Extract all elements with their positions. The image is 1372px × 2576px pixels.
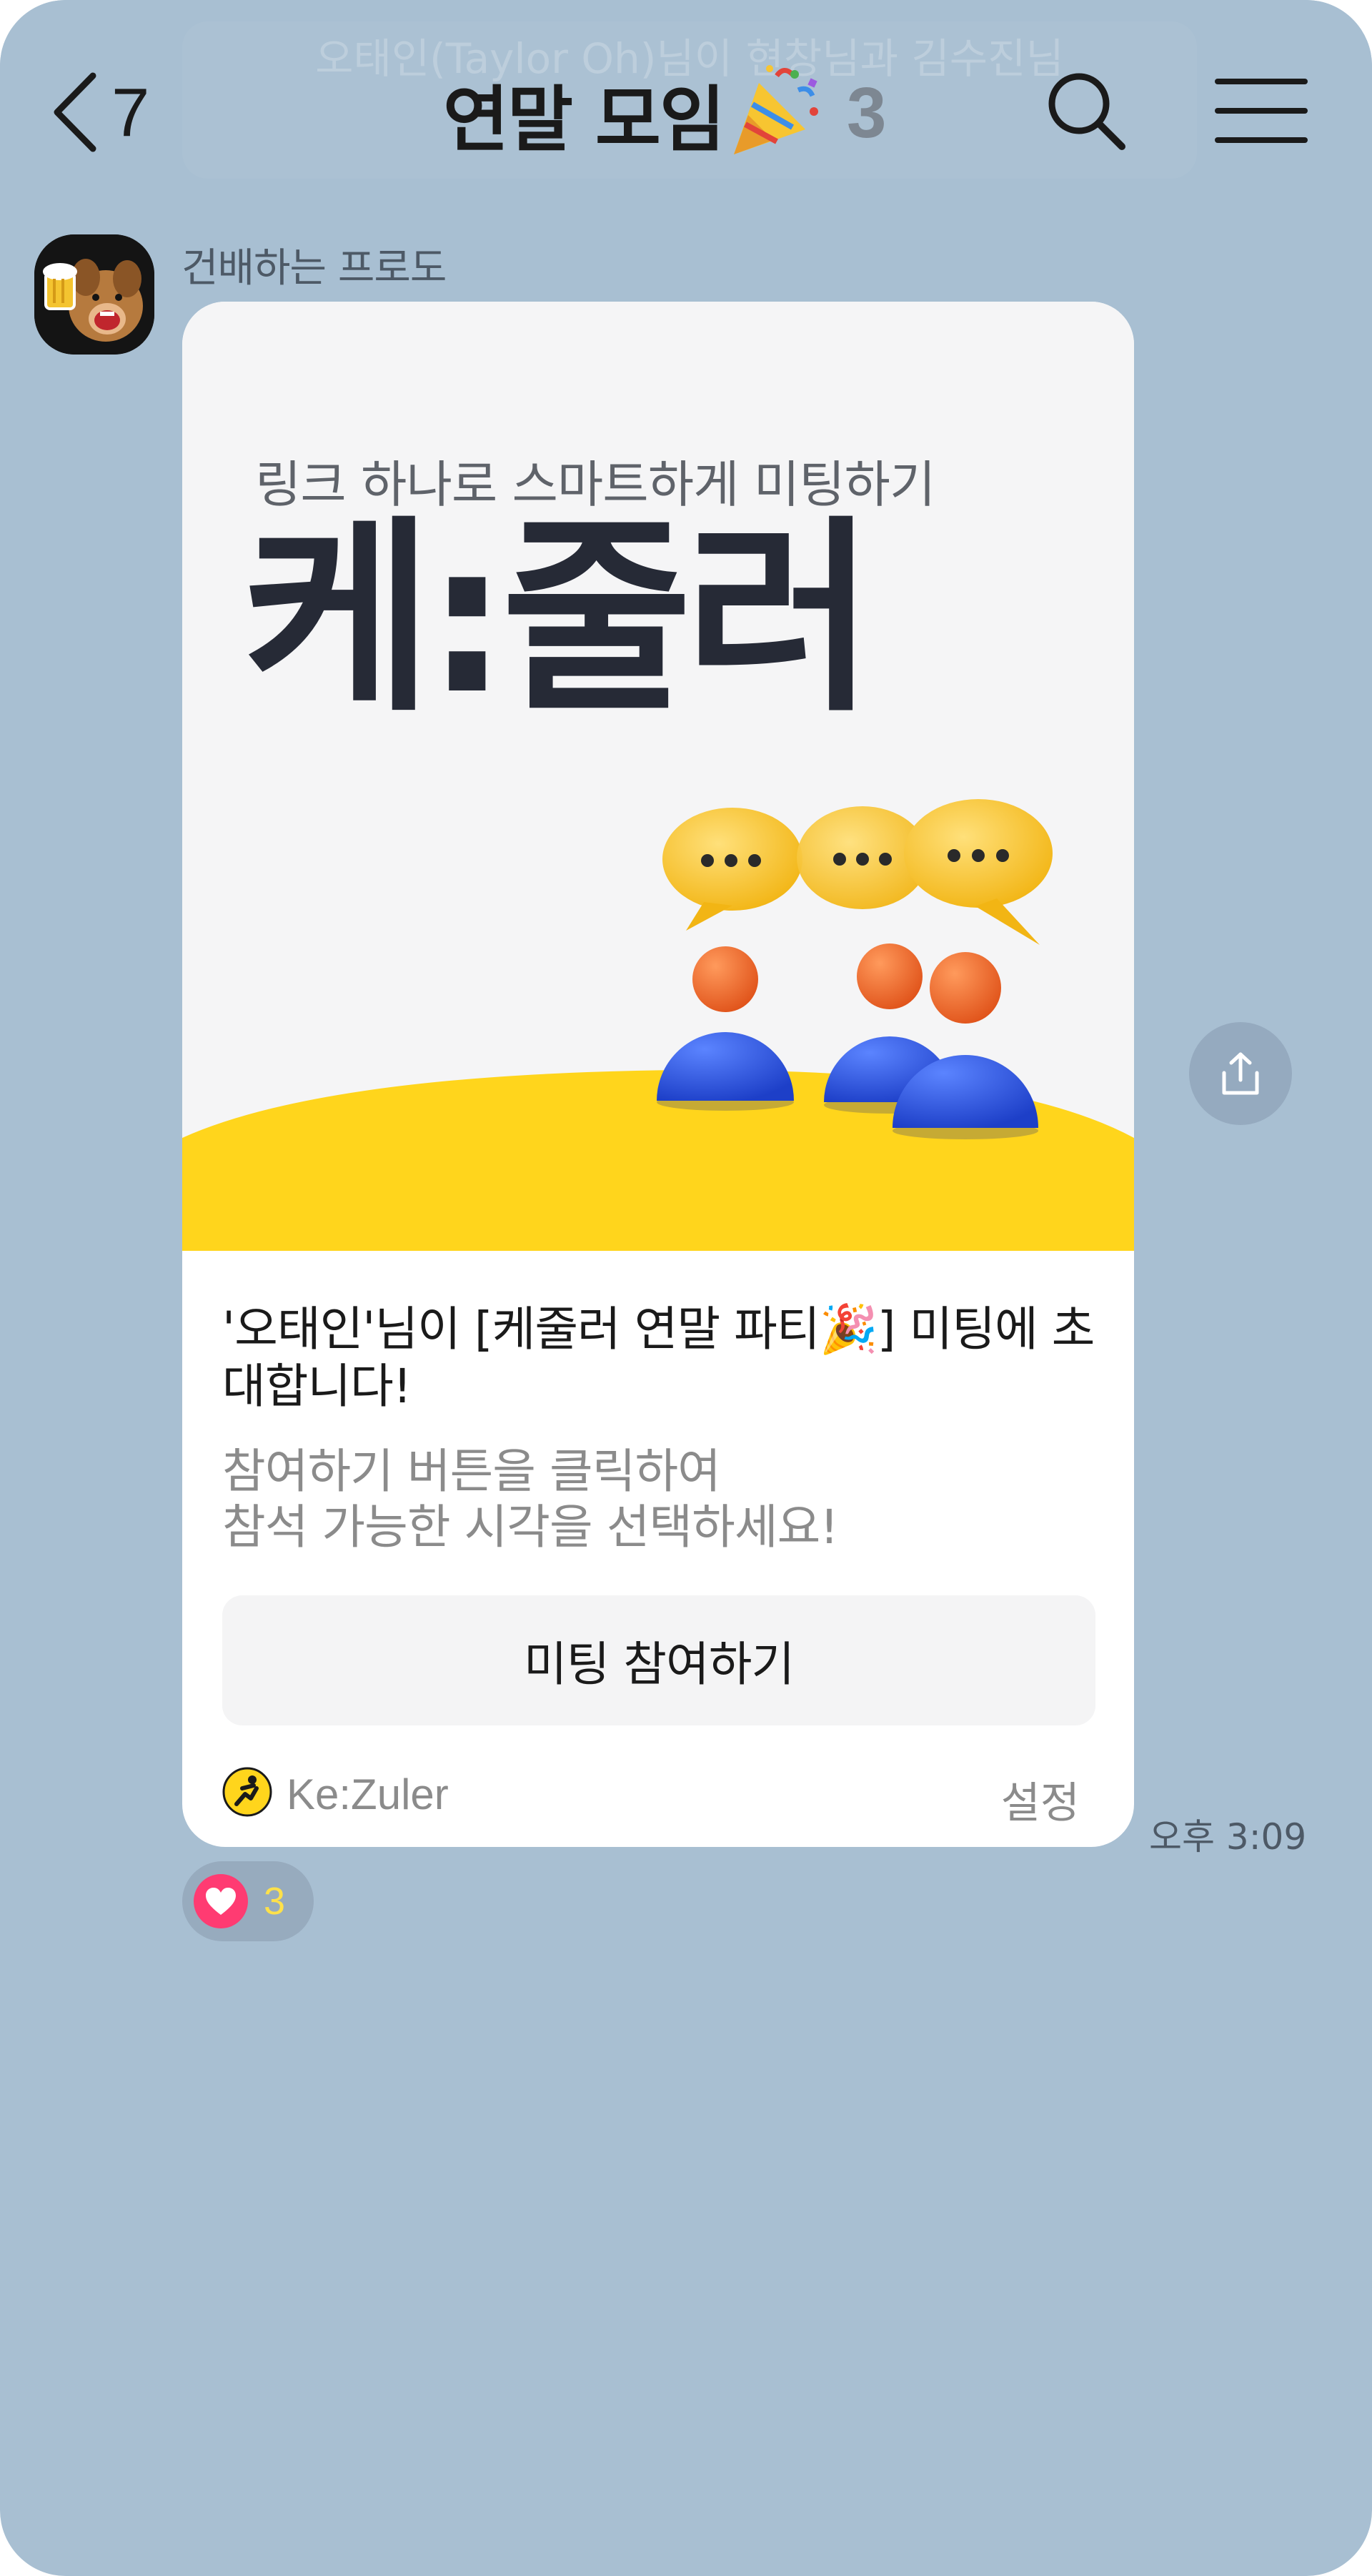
menu-button[interactable] — [1215, 71, 1308, 150]
card-footer: Ke:Zuler 설정 — [222, 1753, 1095, 1828]
share-button[interactable] — [1189, 1022, 1292, 1125]
reaction-count: 3 — [264, 1880, 286, 1923]
instruction-line: 참석 가능한 시각을 선택하세요! — [222, 1500, 839, 1555]
chat-title: 연말 모임 — [443, 77, 725, 162]
instruction-line: 참여하기 버튼을 클릭하여 — [222, 1444, 721, 1499]
meeting-invite-card[interactable]: 링크 하나로 스마트하게 미팅하기 케:줄러 '오태인'님이 [케줄러 연말 파… — [182, 302, 1134, 1847]
chevron-left-icon — [54, 72, 96, 152]
heart-icon — [194, 1874, 248, 1928]
hero-brand-logo: 케:줄러 — [242, 499, 875, 740]
sender-avatar[interactable] — [34, 234, 154, 355]
search-button[interactable] — [1043, 68, 1129, 154]
hamburger-menu-icon — [1215, 79, 1308, 143]
chat-header: 오태인(Taylor Oh)님이 현창님과 김수진님 7 연말 모임 3 — [0, 0, 1372, 214]
speech-bubble — [662, 808, 802, 931]
kezuler-logo-icon[interactable] — [222, 1767, 272, 1817]
sender-name: 건배하는 프로도 — [182, 245, 447, 292]
app-name[interactable]: Ke:Zuler — [287, 1770, 449, 1819]
settings-link[interactable]: 설정 — [1001, 1768, 1080, 1831]
card-hero: 링크 하나로 스마트하게 미팅하기 케:줄러 — [182, 302, 1134, 1251]
chat-screen: 오태인(Taylor Oh)님이 현창님과 김수진님 7 연말 모임 3 건배하… — [0, 0, 1372, 2576]
share-icon — [1222, 1052, 1259, 1095]
chat-title-area[interactable]: 연말 모임 3 — [443, 63, 886, 163]
back-button[interactable]: 7 — [50, 68, 186, 157]
search-icon — [1048, 73, 1125, 150]
invite-instructions: 참여하기 버튼을 클릭하여 참석 가능한 시각을 선택하세요! — [222, 1444, 1101, 1555]
join-meeting-button[interactable]: 미팅 참여하기 — [222, 1595, 1095, 1725]
member-count: 3 — [846, 72, 887, 153]
reaction-chip[interactable]: 3 — [182, 1861, 314, 1941]
unread-count: 7 — [111, 74, 150, 151]
invite-message: '오태인'님이 [케줄러 연말 파티🎉] 미팅에 초대합니다! — [222, 1302, 1095, 1414]
message-timestamp: 오후 3:09 — [1149, 1816, 1307, 1858]
frodo-cheers-avatar — [34, 234, 154, 355]
party-popper-icon — [727, 61, 827, 164]
